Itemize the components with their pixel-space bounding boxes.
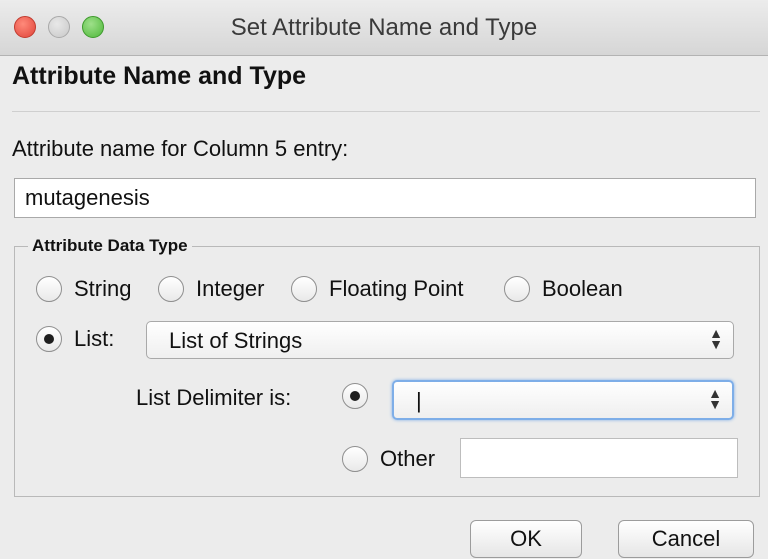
title-bar: Set Attribute Name and Type <box>0 0 768 56</box>
cancel-button[interactable]: Cancel <box>618 520 754 558</box>
radio-list-label[interactable]: List: <box>74 326 114 352</box>
updown-arrows-icon: ▲ ▼ <box>709 325 723 352</box>
radio-list[interactable] <box>36 326 62 352</box>
radio-integer[interactable] <box>158 276 184 302</box>
radio-string-label[interactable]: String <box>74 276 131 302</box>
radio-boolean-label[interactable]: Boolean <box>542 276 623 302</box>
radio-boolean[interactable] <box>504 276 530 302</box>
section-heading: Attribute Name and Type <box>12 62 307 90</box>
attribute-name-label: Attribute name for Column 5 entry: <box>12 136 349 161</box>
radio-delimiter-other[interactable] <box>342 446 368 472</box>
radio-delimiter-preset[interactable] <box>342 383 368 409</box>
radio-other-label[interactable]: Other <box>380 446 435 472</box>
attribute-data-type-legend: Attribute Data Type <box>28 236 192 256</box>
window-title: Set Attribute Name and Type <box>230 14 538 41</box>
list-type-select[interactable]: List of Strings ▲ ▼ <box>146 321 734 359</box>
list-type-value: List of Strings <box>169 328 303 353</box>
radio-floating-point[interactable] <box>291 276 317 302</box>
other-delimiter-input[interactable] <box>460 438 738 478</box>
delimiter-select[interactable]: | ▲ ▼ <box>392 380 734 420</box>
ok-button[interactable]: OK <box>470 520 582 558</box>
list-delimiter-label: List Delimiter is: <box>136 385 292 410</box>
radio-integer-label[interactable]: Integer <box>196 276 265 302</box>
divider <box>12 111 760 112</box>
delimiter-value: | <box>416 388 422 413</box>
attribute-name-input[interactable] <box>14 178 756 218</box>
radio-string[interactable] <box>36 276 62 302</box>
radio-floating-point-label[interactable]: Floating Point <box>329 276 464 302</box>
updown-arrows-icon: ▲ ▼ <box>708 385 722 412</box>
